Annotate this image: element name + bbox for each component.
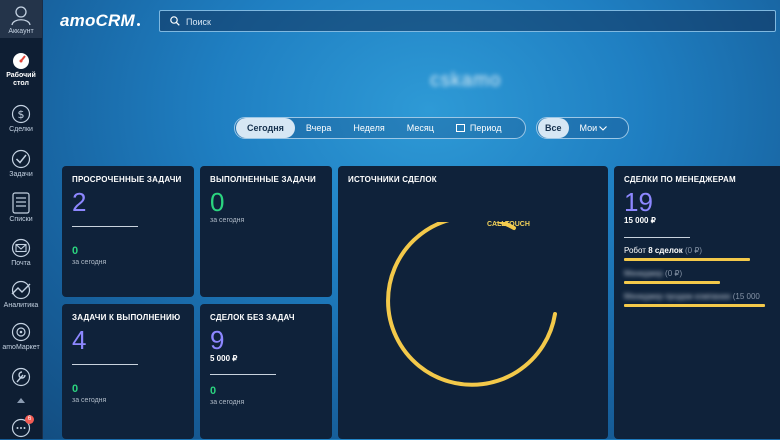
widget-divider <box>624 237 690 238</box>
manager-bar <box>624 281 720 284</box>
donut-segment-calltouch[interactable] <box>386 222 557 387</box>
list-icon <box>12 192 30 214</box>
widget-completed-tasks[interactable]: ВЫПОЛНЕННЫЕ ЗАДАЧИ 0 за сегодня <box>200 166 332 297</box>
sidebar-item-label: amoМаркет <box>2 344 40 351</box>
widget-today-value: 0 <box>72 383 79 395</box>
sidebar-item-chats[interactable]: 6 <box>0 415 42 440</box>
widget-money: 15 000 ₽ <box>624 216 656 225</box>
sidebar-item-lists[interactable]: Списки <box>0 192 42 224</box>
tab-mine-label: Мои <box>579 123 598 133</box>
manager-amount: (15 000 <box>732 292 760 301</box>
manager-name: Менеджер <box>624 269 663 278</box>
sidebar-item-amomarket[interactable]: amoМаркет <box>0 322 42 352</box>
manager-amount: (0 ₽) <box>665 269 683 278</box>
search-icon <box>170 16 180 26</box>
sidebar-item-deals[interactable]: $ Сделки <box>0 104 42 134</box>
manager-bar <box>624 258 750 261</box>
widget-today-label: за сегодня <box>210 399 245 406</box>
scope-selector: Все Мои <box>536 117 629 139</box>
widget-value: 2 <box>72 187 87 217</box>
widget-deal-sources[interactable]: ИСТОЧНИКИ СДЕЛОК <box>338 166 608 439</box>
sidebar-item-analytics[interactable]: Аналитика <box>0 280 42 310</box>
sidebar-item-label: Рабочий <box>6 72 36 79</box>
company-name: cskamo <box>430 70 502 91</box>
sidebar-item-tasks[interactable]: Задачи <box>0 149 42 179</box>
manager-name: Робот <box>624 246 646 255</box>
market-icon <box>11 322 31 342</box>
widget-value: 4 <box>72 325 87 355</box>
tab-month[interactable]: Месяц <box>396 118 445 138</box>
widget-money: 5 000 ₽ <box>210 354 238 363</box>
calendar-icon <box>455 124 465 132</box>
logo-dot <box>136 23 140 26</box>
manager-row[interactable]: Менеджер продаж компании (15 000 <box>624 292 774 307</box>
sidebar-item-label: Списки <box>9 216 33 223</box>
sidebar-item-label: Аналитика <box>3 302 39 309</box>
tab-today[interactable]: Сегодня <box>236 118 295 138</box>
svg-text:$: $ <box>18 108 25 121</box>
manager-amount: (0 ₽) <box>684 246 703 255</box>
mail-icon <box>11 238 31 258</box>
widget-overdue-tasks[interactable]: ПРОСРОЧЕННЫЕ ЗАДАЧИ 2 0 за сегодня <box>62 166 194 297</box>
widget-title: СДЕЛКИ ПО МЕНЕДЖЕРАМ <box>624 175 736 184</box>
sidebar-item-dashboard[interactable]: Рабочий стол <box>0 52 42 88</box>
sidebar-item-label: стол <box>13 80 29 87</box>
sidebar-item-label: Почта <box>11 260 31 267</box>
tab-period[interactable]: Период <box>445 118 513 138</box>
sources-donut-chart <box>386 222 557 387</box>
sidebar-item-label: Задачи <box>9 171 33 178</box>
widget-value: 0 <box>210 187 225 217</box>
search-bar[interactable] <box>159 10 776 33</box>
widget-sub: за сегодня <box>210 217 245 224</box>
widget-divider <box>72 364 138 365</box>
widget-today-label: за сегодня <box>72 397 107 404</box>
sidebar-item-label: Сделки <box>9 126 33 133</box>
triangle-up-icon <box>17 398 25 403</box>
account-avatar-icon <box>11 6 31 26</box>
manager-bar <box>624 304 765 307</box>
period-selector: Сегодня Вчера Неделя Месяц Период <box>234 117 526 139</box>
sidebar-collapse-arrow[interactable] <box>0 398 42 405</box>
sidebar-account-label: Аккаунт <box>8 28 34 35</box>
dollar-icon: $ <box>11 104 31 124</box>
widget-title: ПРОСРОЧЕННЫЕ ЗАДАЧИ <box>72 175 182 184</box>
widget-title: ЗАДАЧИ К ВЫПОЛНЕНИЮ <box>72 313 181 322</box>
manager-deals: 8 сделок <box>648 246 683 255</box>
widget-value: 9 <box>210 325 225 355</box>
widget-deals-without-tasks[interactable]: СДЕЛОК БЕЗ ЗАДАЧ 9 5 000 ₽ 0 за сегодня <box>200 304 332 439</box>
app-logo[interactable]: amoCRM <box>60 11 140 31</box>
widget-today-value: 0 <box>72 245 79 257</box>
chat-notification-badge: 6 <box>25 415 34 424</box>
sidebar-item-settings[interactable] <box>0 366 42 390</box>
dashboard-icon <box>13 53 29 69</box>
chevron-down-icon <box>599 126 608 131</box>
sidebar: Аккаунт Рабочий стол $ Сделки Задачи Спи… <box>0 0 43 439</box>
sidebar-account[interactable]: Аккаунт <box>0 0 42 38</box>
widget-tasks-todo[interactable]: ЗАДАЧИ К ВЫПОЛНЕНИЮ 4 0 за сегодня <box>62 304 194 439</box>
tab-yesterday[interactable]: Вчера <box>295 118 342 138</box>
widget-divider <box>210 374 276 375</box>
checkmark-icon <box>11 149 31 169</box>
manager-name: Менеджер продаж компании <box>624 292 731 301</box>
sidebar-item-mail[interactable]: Почта <box>0 238 42 268</box>
tab-all[interactable]: Все <box>538 118 569 138</box>
tab-mine[interactable]: Мои <box>569 118 619 138</box>
analytics-icon <box>11 280 31 300</box>
widget-divider <box>72 226 138 227</box>
search-input[interactable] <box>184 11 748 33</box>
wrench-icon <box>11 367 31 387</box>
widget-title: ВЫПОЛНЕННЫЕ ЗАДАЧИ <box>210 175 316 184</box>
widget-deals-by-manager[interactable]: СДЕЛКИ ПО МЕНЕДЖЕРАМ 19 15 000 ₽ Робот 8… <box>614 166 780 439</box>
widget-title: ИСТОЧНИКИ СДЕЛОК <box>348 175 437 184</box>
tab-period-label: Период <box>469 123 502 133</box>
widget-value: 19 <box>624 187 653 217</box>
donut-label-calltouch: CALLTOUCH <box>487 221 530 228</box>
manager-row[interactable]: Менеджер (0 ₽) <box>624 269 774 284</box>
widget-today-value: 0 <box>210 385 217 397</box>
tab-week[interactable]: Неделя <box>342 118 395 138</box>
widget-today-label: за сегодня <box>72 259 107 266</box>
widget-title: СДЕЛОК БЕЗ ЗАДАЧ <box>210 313 295 322</box>
logo-text: amoCRM <box>60 11 135 30</box>
manager-row[interactable]: Робот 8 сделок (0 ₽) <box>624 246 774 261</box>
